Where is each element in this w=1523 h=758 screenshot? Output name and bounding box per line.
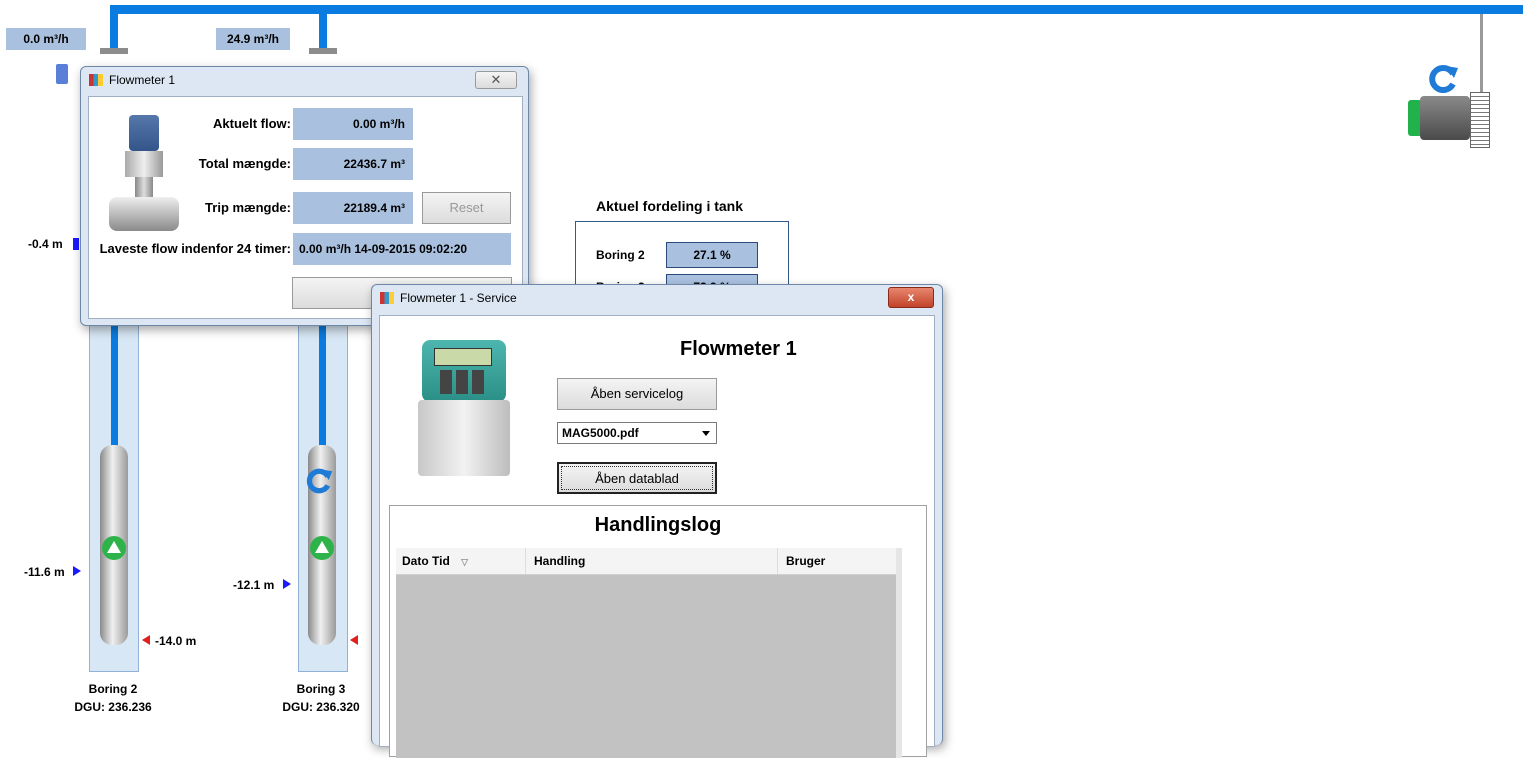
pump-icon[interactable] <box>1408 88 1492 150</box>
close-icon: x <box>907 290 915 304</box>
valve-boring3 <box>309 48 337 54</box>
service-window: Flowmeter 1 - Service x Flowmeter 1 Åben… <box>371 284 943 758</box>
column-header-bruger[interactable]: Bruger <box>778 548 896 574</box>
action-log-heading: Handlingslog <box>594 514 722 536</box>
tank-title: Aktuel fordeling i tank <box>596 198 744 214</box>
well-dgu: DGU: 236.320 <box>282 700 360 714</box>
total-maengde-label: Total mængde: <box>198 156 291 171</box>
action-log-panel: Handlingslog Dato Tid ▽ Handling Bruger <box>389 505 927 758</box>
service-heading: Flowmeter 1 <box>680 338 797 360</box>
well-label-boring2: Boring 2 DGU: 236.236 <box>63 680 163 716</box>
well-dgu: DGU: 236.236 <box>74 700 152 714</box>
pipe-in-well-boring2 <box>111 320 118 450</box>
arrow-up-icon <box>310 536 334 560</box>
pipe-boring2-riser-top <box>110 5 118 50</box>
flowmeter-icon-boring2[interactable] <box>56 64 68 84</box>
well-label-boring3: Boring 3 DGU: 236.320 <box>271 680 371 716</box>
table-header: Dato Tid ▽ Handling Bruger <box>396 548 902 575</box>
reset-button[interactable]: Reset <box>422 192 511 224</box>
alarm-level-marker-icon <box>142 635 150 645</box>
trip-maengde-label: Trip mængde: <box>205 200 291 215</box>
pipe-boring3-riser-top <box>319 5 327 50</box>
close-button[interactable]: ✕ <box>475 71 517 89</box>
sort-icon: ▽ <box>461 557 469 567</box>
level-label-boring3-mid: -12.1 m <box>233 578 275 592</box>
datasheet-select-value: MAG5000.pdf <box>562 426 639 440</box>
total-maengde-value: 22436.7 m³ <box>293 148 413 180</box>
datasheet-select[interactable]: MAG5000.pdf <box>557 422 717 444</box>
service-window-body: Flowmeter 1 Åben servicelog MAG5000.pdf … <box>379 315 935 758</box>
action-log-table: Dato Tid ▽ Handling Bruger <box>396 548 902 758</box>
mag5000-device-icon <box>408 334 518 484</box>
level-label-boring2-top: -0.4 m <box>28 237 63 251</box>
chevron-down-icon <box>702 431 710 436</box>
laveste-flow-value: 0.00 m³/h 14-09-2015 09:02:20 <box>293 233 511 265</box>
aktuelt-flow-value: 0.00 m³/h <box>293 108 413 140</box>
close-button[interactable]: x <box>888 287 934 308</box>
refresh-icon <box>306 468 333 494</box>
alarm-level-marker-icon <box>350 635 358 645</box>
laveste-flow-label: Laveste flow indenfor 24 timer: <box>99 241 291 256</box>
pipe-in-well-boring3 <box>319 320 326 450</box>
level-marker-icon <box>73 566 81 576</box>
tank-row-label: Boring 2 <box>596 248 645 262</box>
open-datasheet-button[interactable]: Åben datablad <box>557 462 717 494</box>
column-header-handling[interactable]: Handling <box>526 548 778 574</box>
trip-maengde-value: 22189.4 m³ <box>293 192 413 224</box>
window-title: Flowmeter 1 - Service <box>400 291 517 305</box>
refresh-icon <box>1429 65 1458 93</box>
app-icon <box>89 74 103 86</box>
well-name: Boring 2 <box>88 682 138 696</box>
arrow-up-icon <box>102 536 126 560</box>
app-icon <box>380 292 394 304</box>
aktuelt-flow-label: Aktuelt flow: <box>213 116 291 131</box>
well-name: Boring 3 <box>296 682 346 696</box>
window-title: Flowmeter 1 <box>109 73 176 87</box>
level-label-boring2-mid: -11.6 m <box>24 565 65 579</box>
pump-drop-pipe <box>1480 14 1483 94</box>
level-marker-icon <box>283 579 291 589</box>
column-header-dato-tid[interactable]: Dato Tid ▽ <box>396 548 526 574</box>
tank-row-value: 27.1 % <box>666 242 758 268</box>
valve-boring2 <box>100 48 128 54</box>
flow-label-boring2: 0.0 m³/h <box>6 28 86 50</box>
level-marker-icon <box>73 238 79 250</box>
flow-label-boring3: 24.9 m³/h <box>216 28 290 50</box>
vertical-scrollbar[interactable] <box>896 548 902 758</box>
open-servicelog-button[interactable]: Åben servicelog <box>557 378 717 410</box>
level-label-boring2-low: -14.0 m <box>155 634 197 648</box>
close-icon: ✕ <box>490 72 502 87</box>
